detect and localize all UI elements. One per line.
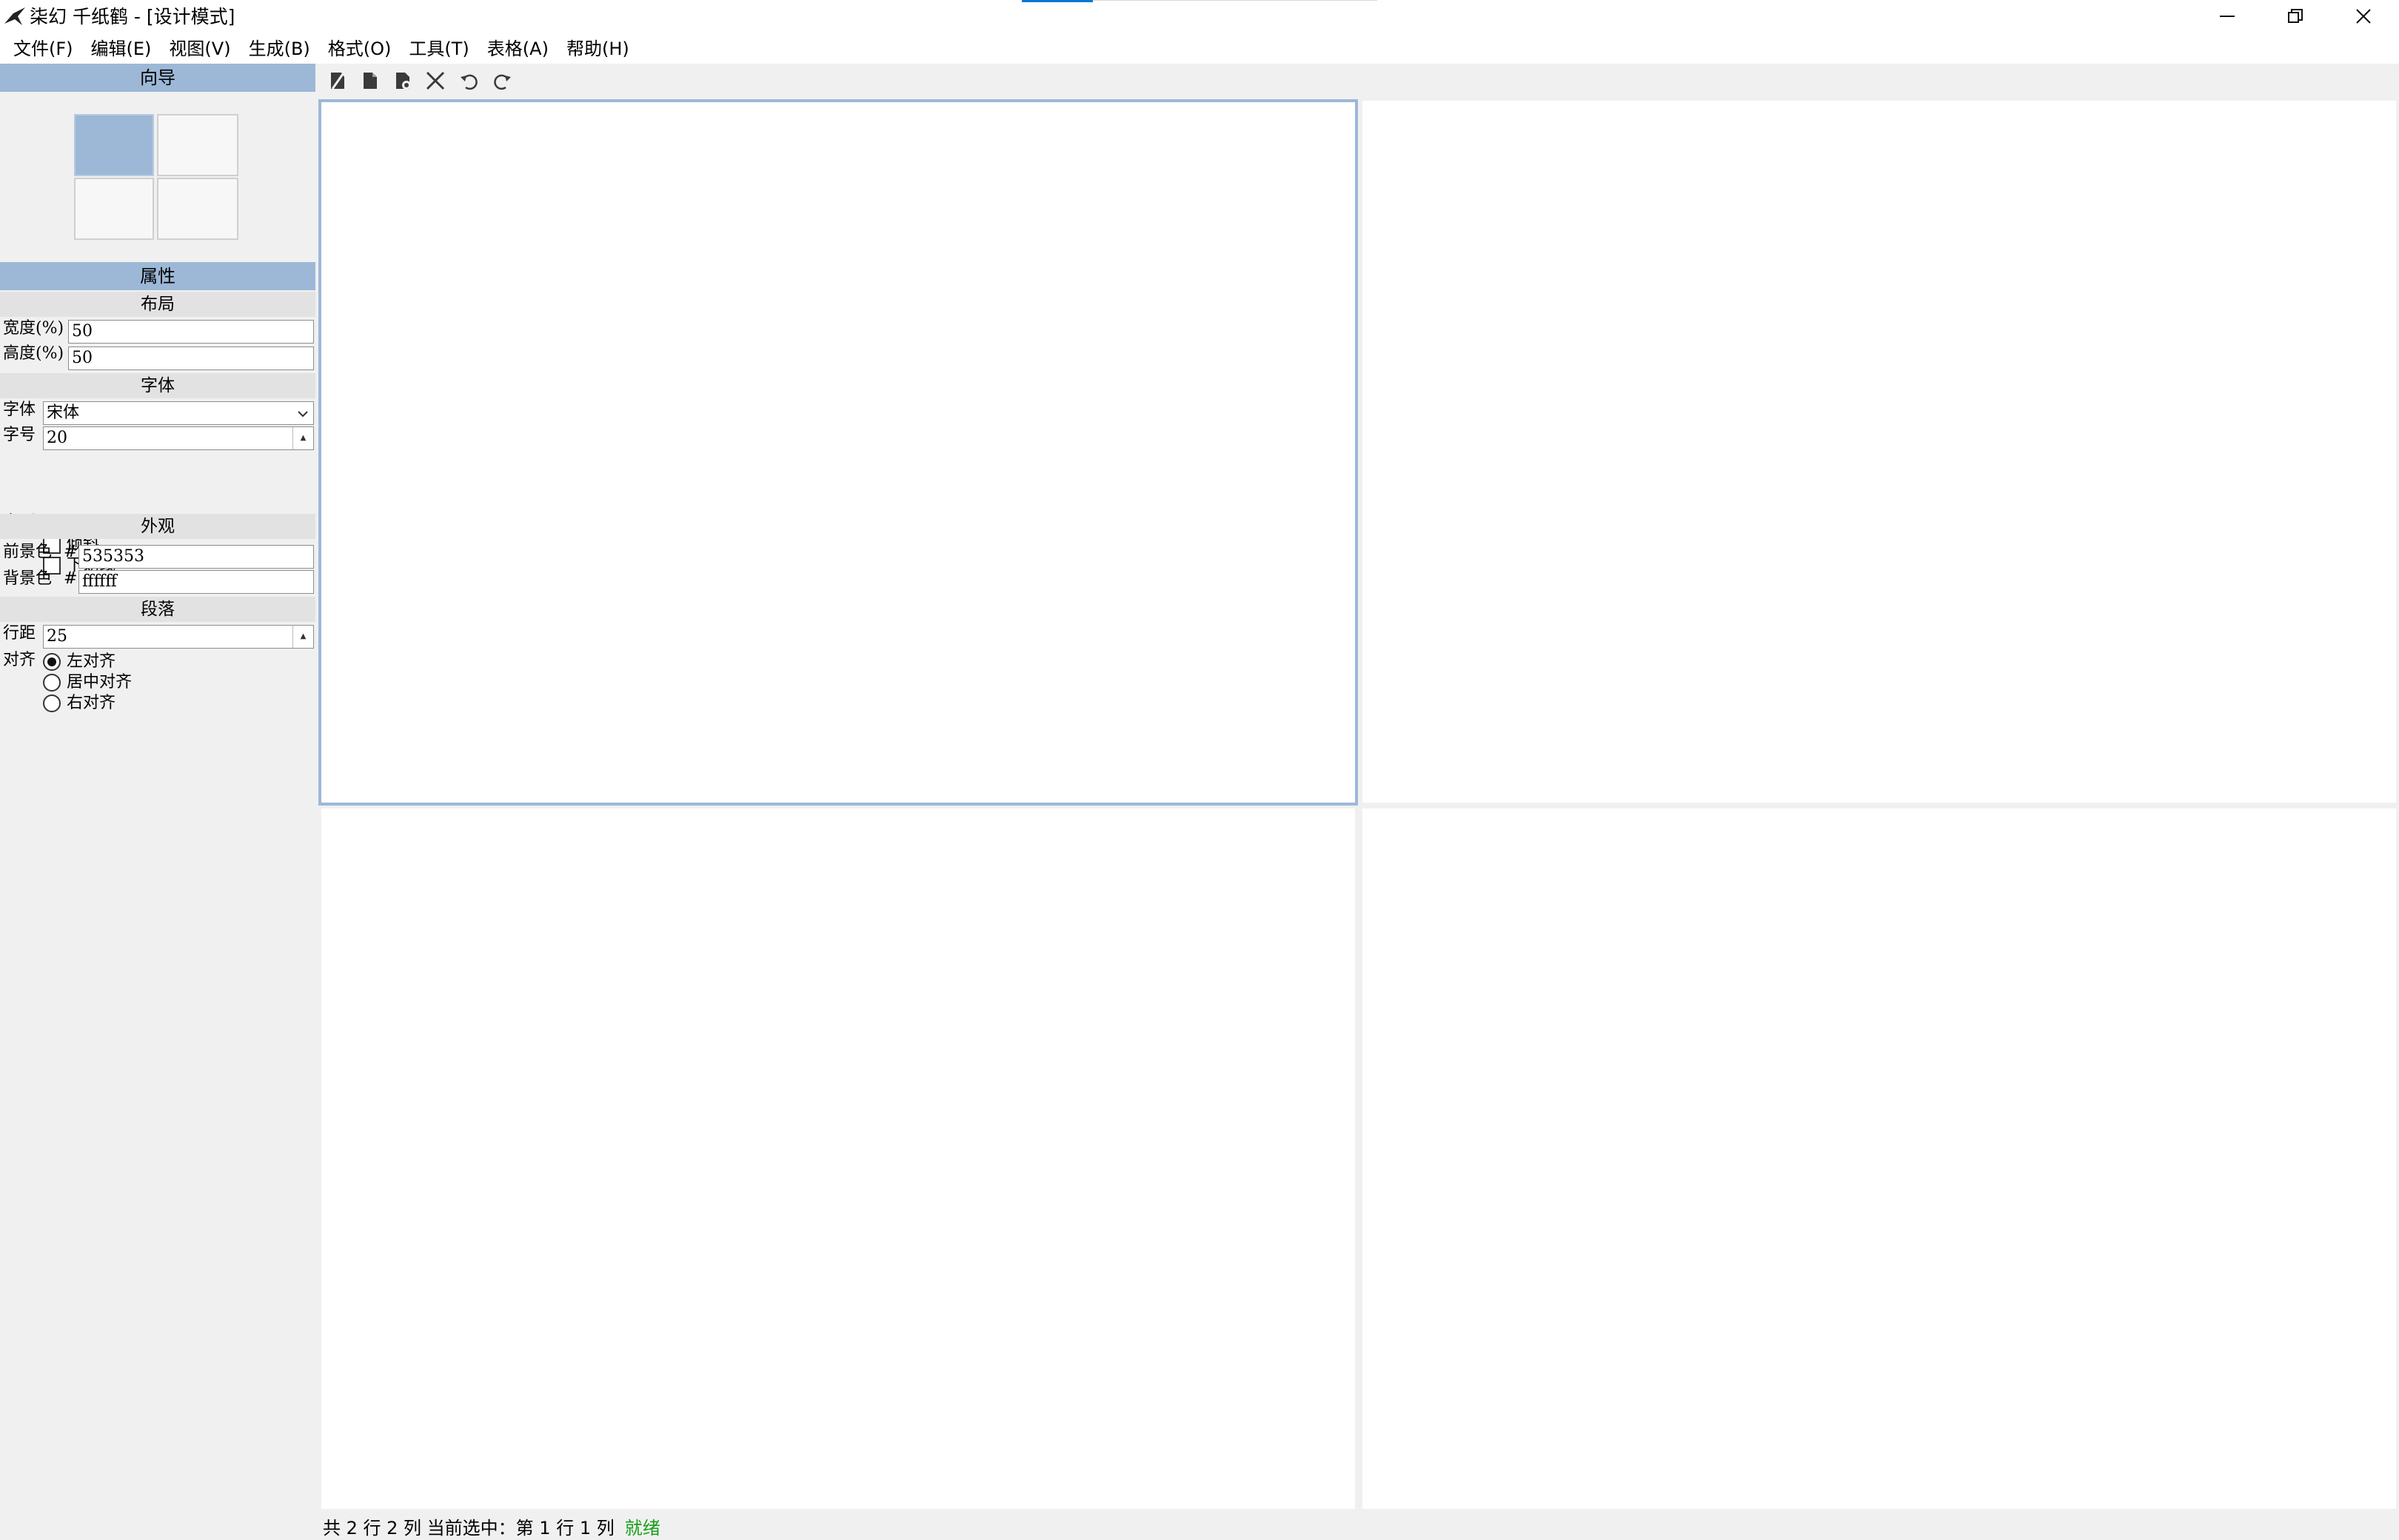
spin-up-icon[interactable]: ▲: [293, 626, 313, 648]
left-panel: 向导 属性 布局 宽度(%) 50 高度(%) 50 字体 字体 宋体 字号 2…: [0, 64, 315, 1540]
table-cell-2-2[interactable]: [1362, 808, 2396, 1509]
align-label: 对齐: [3, 651, 36, 669]
page-settings-icon: [396, 73, 411, 90]
wizard-header: 向导: [0, 64, 315, 92]
clear-style-icon: [331, 73, 344, 90]
wizard-cell-2-1[interactable]: [74, 178, 154, 240]
align-right-radio[interactable]: [43, 694, 61, 712]
font-family-value: 宋体: [47, 404, 80, 422]
close-button[interactable]: [2329, 0, 2398, 33]
status-bar: 共 2 行 2 列 当前选中：第 1 行 1 列 就绪: [315, 1512, 2399, 1540]
font-size-label: 字号: [3, 426, 36, 444]
design-canvas: [315, 98, 2399, 1512]
height-label: 高度(%): [3, 344, 64, 363]
paragraph-section-title: 段落: [0, 597, 315, 622]
width-label: 宽度(%): [3, 319, 64, 338]
restore-button[interactable]: [2261, 0, 2329, 33]
properties-header: 属性: [0, 262, 315, 290]
fg-color-label: 前景色: [3, 543, 53, 561]
clear-style-button[interactable]: [321, 64, 354, 98]
line-spacing-stepper[interactable]: 25 ▲ ▼: [43, 625, 314, 649]
undo-button[interactable]: [453, 64, 486, 98]
undo-icon: [461, 74, 478, 90]
layout-section-title: 布局: [0, 292, 315, 317]
fg-color-input[interactable]: 535353: [78, 545, 314, 569]
minimize-button[interactable]: [2193, 0, 2261, 33]
page-icon: [364, 73, 377, 89]
page-settings-button[interactable]: [387, 64, 419, 98]
align-left-radio[interactable]: [43, 653, 61, 671]
font-size-stepper[interactable]: 20 ▲ ▼: [43, 426, 314, 450]
new-page-button[interactable]: [354, 64, 387, 98]
title-divider-line: [1093, 0, 1377, 1]
delete-button[interactable]: [419, 64, 452, 98]
menu-table[interactable]: 表格(A): [478, 33, 558, 64]
table-cell-2-1[interactable]: [321, 808, 1355, 1509]
spin-down-icon[interactable]: ▼: [293, 449, 313, 450]
width-input[interactable]: 50: [68, 320, 314, 344]
status-info: 共 2 行 2 列 当前选中：第 1 行 1 列: [323, 1517, 615, 1539]
line-spacing-label: 行距: [3, 624, 36, 643]
fg-hash: #: [64, 543, 78, 561]
line-spacing-value: 25: [47, 627, 67, 646]
wizard-cell-2-2[interactable]: [157, 178, 238, 240]
bg-color-input[interactable]: ffffff: [78, 570, 314, 594]
font-size-value: 20: [47, 429, 67, 447]
appearance-section-title: 外观: [0, 514, 315, 539]
spin-down-icon[interactable]: ▼: [293, 648, 313, 649]
align-center-radio[interactable]: [43, 674, 61, 692]
menu-help[interactable]: 帮助(H): [558, 33, 638, 64]
toolbar: [315, 64, 2399, 98]
title-accent-line: [1022, 0, 1093, 2]
redo-button[interactable]: [486, 64, 518, 98]
spin-up-icon[interactable]: ▲: [293, 427, 313, 449]
menu-file[interactable]: 文件(F): [4, 33, 82, 64]
window-title: 柒幻 千纸鹤 - [设计模式]: [30, 6, 235, 27]
redo-icon: [494, 74, 511, 90]
height-input[interactable]: 50: [68, 346, 314, 370]
line-spacing-spin[interactable]: ▲ ▼: [292, 626, 313, 648]
bg-color-label: 背景色: [3, 569, 53, 588]
close-icon: [2356, 9, 2371, 24]
chevron-down-icon: [298, 411, 308, 418]
bg-hash: #: [64, 569, 78, 588]
wizard-cell-1-1[interactable]: [74, 114, 154, 176]
menu-bar: 文件(F) 编辑(E) 视图(V) 生成(B) 格式(O) 工具(T) 表格(A…: [0, 33, 2399, 64]
minimize-icon: [2220, 16, 2235, 17]
font-family-label: 字体: [3, 401, 36, 419]
menu-edit[interactable]: 编辑(E): [82, 33, 161, 64]
menu-format[interactable]: 格式(O): [319, 33, 401, 64]
delete-icon: [426, 71, 445, 90]
status-ready: 就绪: [624, 1517, 660, 1539]
menu-view[interactable]: 视图(V): [160, 33, 239, 64]
title-bar: 柒幻 千纸鹤 - [设计模式]: [0, 0, 2399, 33]
wizard-cell-1-2[interactable]: [157, 114, 238, 176]
table-cell-1-1[interactable]: [318, 99, 1358, 806]
restore-icon: [2288, 9, 2303, 23]
align-center-label: 居中对齐: [67, 673, 133, 692]
align-right-label: 右对齐: [67, 694, 116, 712]
font-section-title: 字体: [0, 373, 315, 398]
menu-build[interactable]: 生成(B): [240, 33, 319, 64]
font-family-select[interactable]: 宋体: [43, 401, 314, 425]
align-left-label: 左对齐: [67, 652, 116, 671]
table-cell-1-2[interactable]: [1362, 101, 2396, 803]
menu-tools[interactable]: 工具(T): [400, 33, 478, 64]
radio-selected-dot: [47, 657, 56, 666]
paper-crane-icon: [3, 4, 27, 28]
font-size-spin[interactable]: ▲ ▼: [292, 427, 313, 449]
